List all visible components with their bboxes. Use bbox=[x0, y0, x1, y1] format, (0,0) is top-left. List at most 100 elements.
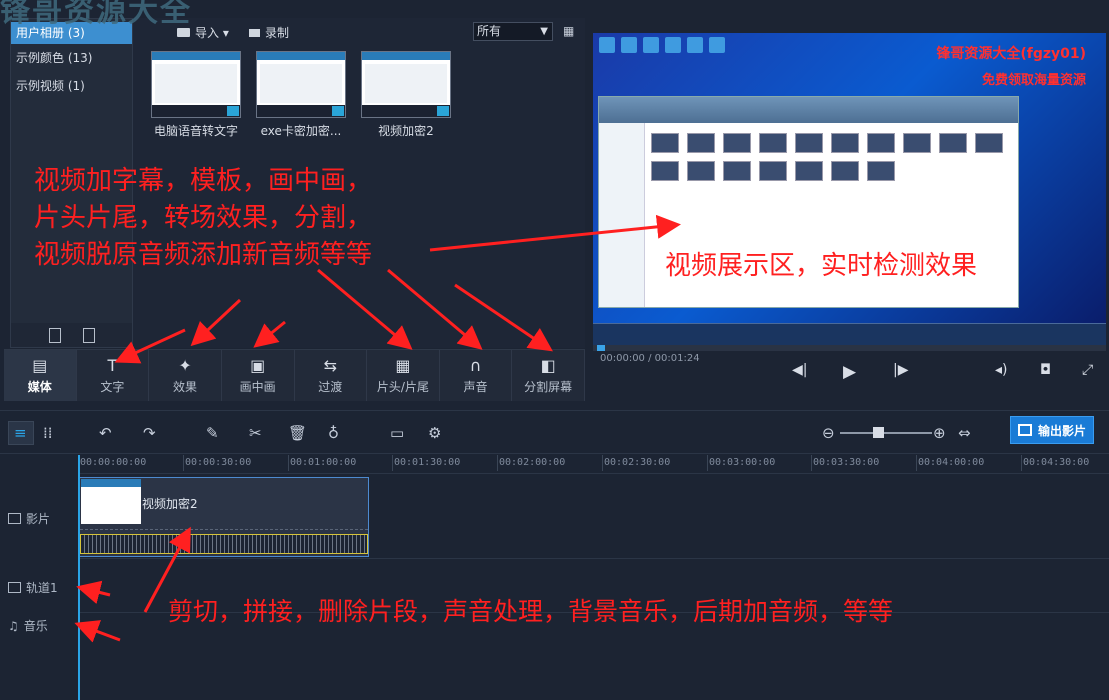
video-clip[interactable]: 视频加密2 bbox=[79, 477, 369, 557]
storyboard-view-icon[interactable]: ⁞⁞ bbox=[43, 424, 53, 442]
fit-icon[interactable]: ▭ bbox=[390, 424, 404, 442]
track-label-music[interactable]: ♫ 音乐 bbox=[8, 617, 48, 634]
fullscreen-icon[interactable]: ⤢ bbox=[1082, 362, 1093, 378]
media-thumb[interactable] bbox=[361, 51, 451, 118]
next-frame-icon[interactable]: |▶ bbox=[893, 362, 908, 378]
preview-banner-title: 锋哥资源大全(fgzy01) bbox=[936, 46, 1086, 62]
timeline-toolbar: ≡ ⁞⁞ ↶ ↷ ✎ ✂ 🗑 ♁ ▭ ⚙ ⊖ ⊕ ⇔ bbox=[0, 410, 1109, 454]
video-badge-icon bbox=[227, 106, 239, 116]
album-item-sample-colors[interactable]: 示例颜色 (13) bbox=[11, 45, 132, 72]
music-note-icon: ♫ bbox=[8, 618, 19, 633]
desktop-icons bbox=[599, 37, 725, 53]
import-label: 导入 ▾ bbox=[195, 26, 229, 40]
zoom-out-icon[interactable]: ⊖ bbox=[822, 424, 835, 442]
video-editor-window: 锋哥资源大全 用户相册 (3) 示例颜色 (13) 示例视频 (1) 导入 ▾ … bbox=[0, 0, 1109, 700]
ruler-tick: 00:01:30:00 bbox=[391, 455, 461, 471]
scrubber-knob[interactable] bbox=[597, 345, 605, 351]
features-annotation-line2: 片头片尾，转场效果，分割， bbox=[34, 203, 373, 233]
media-label: 电脑语音转文字 bbox=[153, 124, 238, 138]
remove-album-icon[interactable] bbox=[82, 327, 95, 343]
filter-select[interactable]: 所有 ▼ bbox=[473, 22, 553, 41]
pip-icon: ▣ bbox=[250, 355, 266, 375]
ruler-tick: 00:01:00:00 bbox=[287, 455, 357, 471]
playhead[interactable] bbox=[78, 455, 80, 700]
zoom-in-icon[interactable]: ⊕ bbox=[933, 424, 946, 442]
tab-pip[interactable]: ▣ 画中画 bbox=[222, 350, 295, 401]
tab-media[interactable]: ▤ 媒体 bbox=[4, 350, 77, 401]
media-toolbar: 导入 ▾ 录制 所有 ▼ ▦ bbox=[133, 18, 585, 48]
timeline-ruler[interactable]: 00:00:00:00 00:00:30:00 00:01:00:00 00:0… bbox=[77, 455, 1109, 474]
volume-icon[interactable]: ◂) bbox=[995, 362, 1008, 378]
prev-frame-icon[interactable]: ◀| bbox=[792, 362, 807, 378]
microphone-icon[interactable]: ♁ bbox=[328, 424, 339, 442]
ruler-tick: 00:02:30:00 bbox=[601, 455, 671, 471]
video-badge-icon bbox=[437, 106, 449, 116]
undo-icon[interactable]: ↶ bbox=[99, 424, 112, 442]
tab-label: 画中画 bbox=[239, 379, 276, 394]
headphones-icon: ∩ bbox=[469, 355, 482, 375]
tab-sound[interactable]: ∩ 声音 bbox=[440, 350, 513, 401]
timeline-view-icon: ≡ bbox=[14, 424, 27, 442]
view-mode-icon[interactable]: ▦ bbox=[563, 24, 577, 38]
record-button[interactable]: 录制 bbox=[249, 24, 289, 41]
magic-wand-icon: ✦ bbox=[178, 355, 192, 375]
film-music-icon: ▤ bbox=[32, 355, 48, 375]
ruler-tick: 00:00:00:00 bbox=[77, 455, 147, 471]
delete-icon[interactable]: 🗑 bbox=[288, 424, 307, 442]
ruler-tick: 00:04:00:00 bbox=[915, 455, 985, 471]
snapshot-icon[interactable]: ◘ bbox=[1040, 362, 1051, 378]
album-item-sample-videos[interactable]: 示例视频 (1) bbox=[11, 73, 132, 100]
zoom-slider[interactable] bbox=[840, 432, 932, 434]
track-labels: 影片 轨道1 ♫ 音乐 bbox=[0, 474, 78, 700]
media-label: exe卡密加密... bbox=[260, 124, 342, 138]
clip-audio-waveform[interactable] bbox=[80, 534, 368, 554]
ruler-tick: 00:03:30:00 bbox=[810, 455, 880, 471]
tab-split-screen[interactable]: ◧ 分割屏幕 bbox=[512, 350, 585, 401]
tab-label: 文字 bbox=[100, 379, 125, 394]
filter-value: 所有 bbox=[477, 24, 502, 38]
track-label-text: 轨道1 bbox=[26, 581, 58, 595]
cut-icon[interactable]: ✂ bbox=[249, 424, 262, 442]
settings-icon[interactable]: ⚙ bbox=[428, 424, 441, 442]
clip-thumbnail bbox=[81, 479, 141, 524]
record-label: 录制 bbox=[265, 26, 290, 40]
track-label-track1[interactable]: 轨道1 bbox=[8, 579, 58, 596]
split-screen-icon: ◧ bbox=[540, 355, 556, 375]
ruler-tick: 00:03:00:00 bbox=[706, 455, 776, 471]
media-thumb[interactable] bbox=[256, 51, 346, 118]
tab-text[interactable]: T 文字 bbox=[77, 350, 150, 401]
clapper-icon: ▦ bbox=[395, 355, 411, 375]
export-icon bbox=[1017, 424, 1032, 436]
track-label-video[interactable]: 影片 bbox=[8, 510, 50, 527]
preview-annotation: 视频展示区，实时检测效果 bbox=[665, 251, 978, 281]
tab-title[interactable]: ▦ 片头/片尾 bbox=[367, 350, 440, 401]
chevron-down-icon: ▼ bbox=[540, 26, 548, 37]
category-tabs: ▤ 媒体 T 文字 ✦ 效果 ▣ 画中画 ⇆ 过渡 ▦ 片头/片尾 ∩ 声音 ◧ 分割屏幕 bbox=[4, 349, 585, 401]
watermark-text: 锋哥资源大全 bbox=[0, 0, 192, 29]
tab-label: 媒体 bbox=[27, 379, 52, 394]
tab-label: 片头/片尾 bbox=[376, 379, 429, 394]
export-movie-button[interactable]: 输出影片 bbox=[1010, 416, 1094, 444]
tab-effects[interactable]: ✦ 效果 bbox=[149, 350, 222, 401]
zoom-slider-knob[interactable] bbox=[873, 427, 884, 438]
video-preview[interactable]: 锋哥资源大全(fgzy01) 免费领取海量资源 视频展示区，实时检测效果 bbox=[593, 33, 1106, 345]
edit-icon[interactable]: ✎ bbox=[206, 424, 219, 442]
overlay-icon bbox=[8, 582, 21, 593]
preview-scrubber[interactable] bbox=[593, 345, 1106, 351]
preview-taskbar bbox=[593, 323, 1106, 345]
play-icon[interactable]: ▶ bbox=[843, 362, 856, 382]
tab-label: 过渡 bbox=[318, 379, 343, 394]
ruler-tick: 00:04:30:00 bbox=[1020, 455, 1090, 471]
add-album-icon[interactable] bbox=[48, 327, 61, 343]
export-label: 输出影片 bbox=[1037, 423, 1086, 438]
redo-icon[interactable]: ↷ bbox=[143, 424, 156, 442]
fit-timeline-icon[interactable]: ⇔ bbox=[958, 424, 971, 442]
tab-transition[interactable]: ⇆ 过渡 bbox=[295, 350, 368, 401]
clip-name: 视频加密2 bbox=[142, 497, 198, 511]
ruler-tick: 00:00:30:00 bbox=[182, 455, 252, 471]
media-thumb[interactable] bbox=[151, 51, 241, 118]
transition-icon: ⇆ bbox=[323, 355, 338, 375]
timeline-annotation: 剪切，拼接，删除片段，声音处理，背景音乐，后期加音频，等等 bbox=[168, 597, 894, 626]
tab-label: 声音 bbox=[463, 379, 488, 394]
tab-label: 分割屏幕 bbox=[524, 379, 573, 394]
